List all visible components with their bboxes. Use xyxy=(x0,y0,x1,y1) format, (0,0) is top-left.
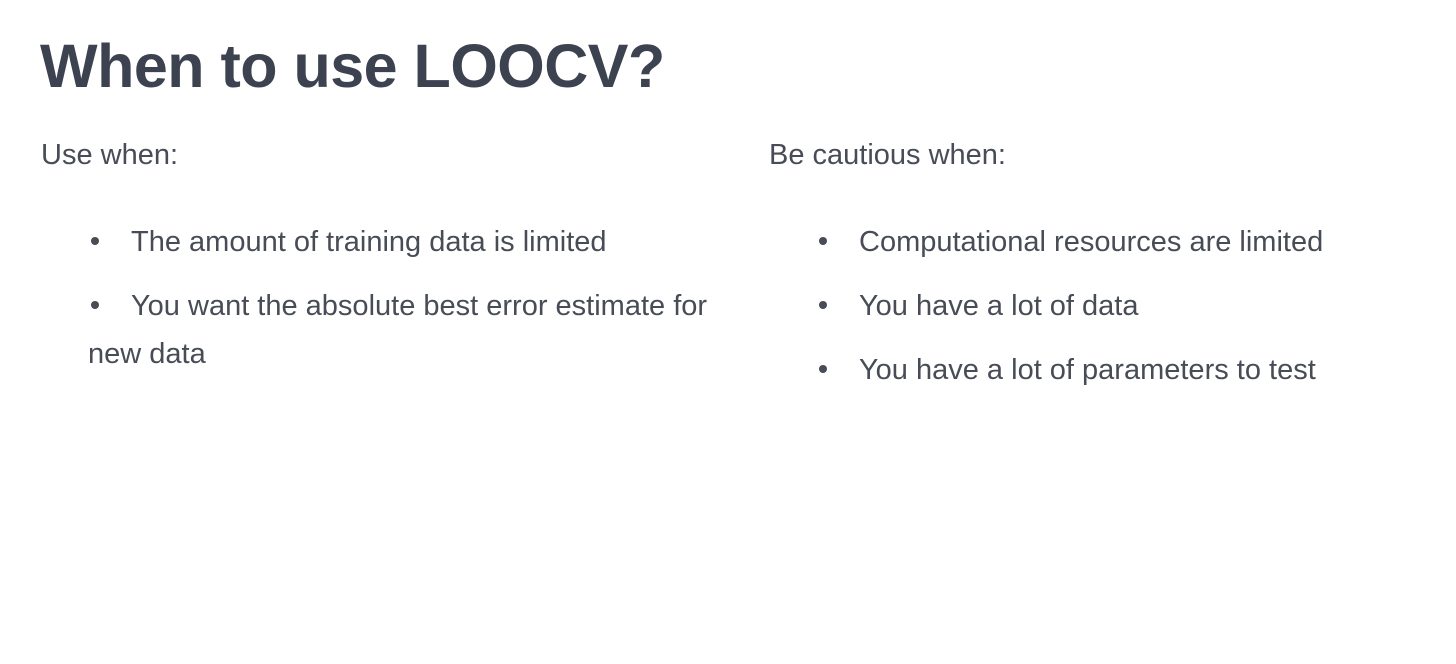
list-item-text: Computational resources are limited xyxy=(859,226,1324,258)
bullet-icon xyxy=(819,301,827,310)
list-item: Computational resources are limited xyxy=(816,218,1429,266)
be-cautious-column: Be cautious when: Computational resource… xyxy=(769,136,1429,410)
list-item: The amount of training data is limited xyxy=(88,218,731,266)
list-item: You have a lot of parameters to test xyxy=(816,346,1429,394)
be-cautious-list: Computational resources are limited You … xyxy=(769,218,1429,394)
bullet-icon xyxy=(91,301,99,310)
slide: When to use LOOCV? Use when: The amount … xyxy=(0,0,1456,664)
list-item-text: The amount of training data is limited xyxy=(131,226,607,258)
use-when-list: The amount of training data is limited Y… xyxy=(41,218,731,378)
slide-title: When to use LOOCV? xyxy=(40,32,665,100)
list-item: You have a lot of data xyxy=(816,282,1429,330)
use-when-column: Use when: The amount of training data is… xyxy=(41,136,731,394)
use-when-heading: Use when: xyxy=(41,139,179,171)
bullet-icon xyxy=(819,237,827,246)
list-item-text: You have a lot of parameters to test xyxy=(859,354,1316,386)
bullet-icon xyxy=(819,365,827,374)
list-item: You want the absolute best error estimat… xyxy=(88,282,731,378)
list-item-text: You have a lot of data xyxy=(859,290,1139,322)
list-item-text: You want the absolute best error estimat… xyxy=(88,290,708,370)
be-cautious-heading: Be cautious when: xyxy=(769,139,1006,171)
bullet-icon xyxy=(91,237,99,246)
